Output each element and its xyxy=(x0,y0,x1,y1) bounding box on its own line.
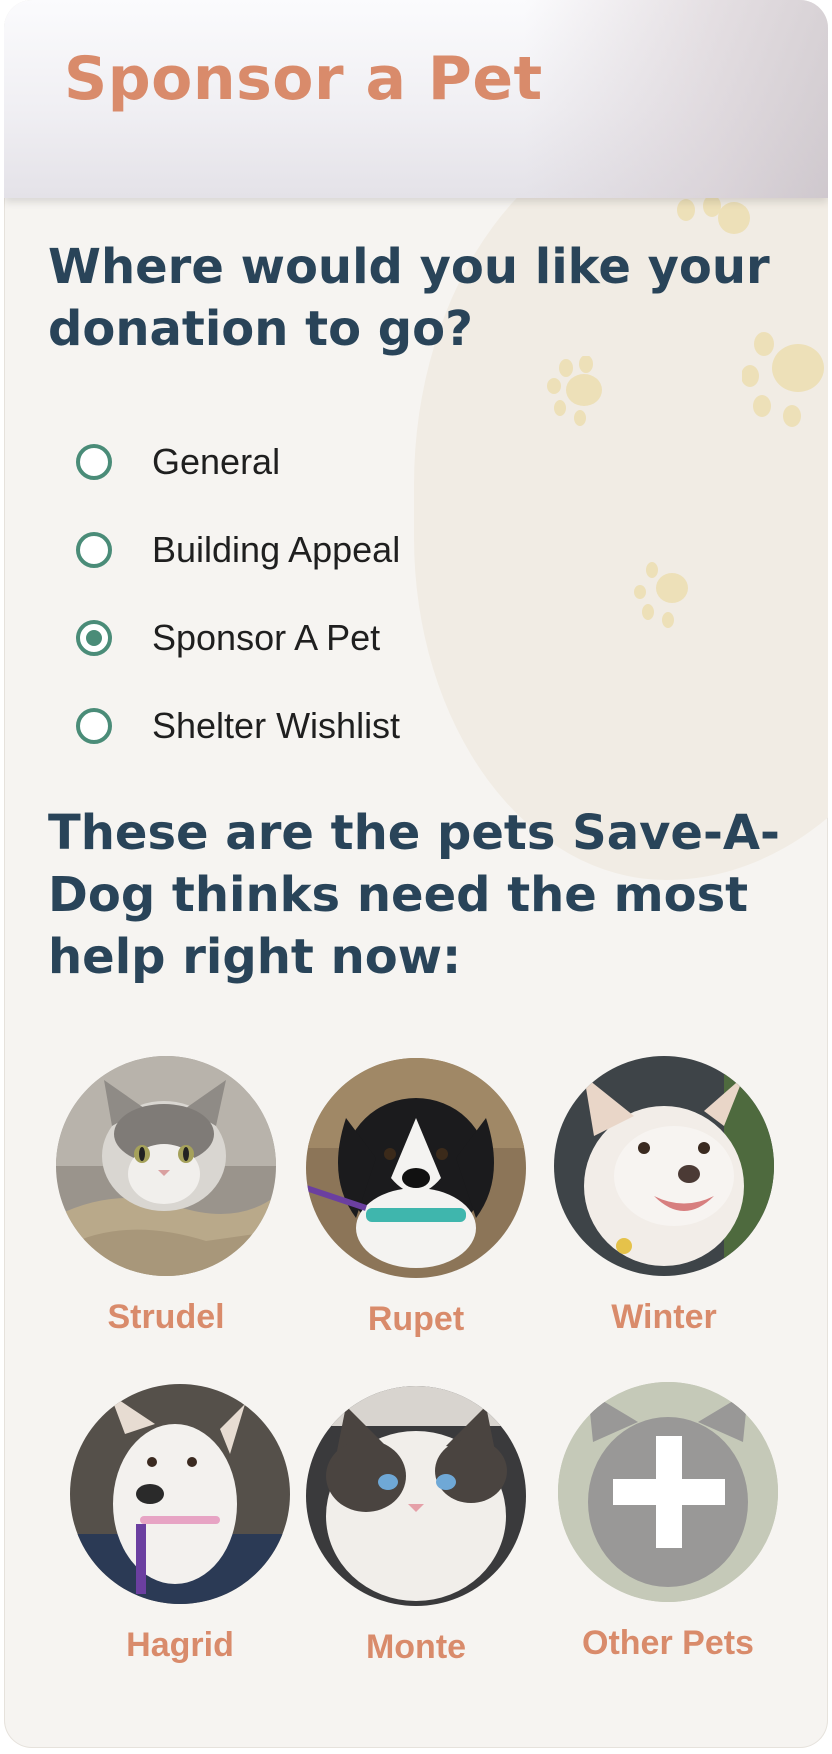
pet-card-hagrid[interactable]: Hagrid xyxy=(60,1384,300,1665)
pet-name[interactable]: Monte xyxy=(296,1628,536,1667)
pet-card-strudel[interactable]: Strudel xyxy=(46,1056,286,1337)
radio-button[interactable] xyxy=(76,444,112,480)
pets-section-heading: These are the pets Save-A-Dog thinks nee… xyxy=(48,805,780,985)
pet-card-winter[interactable]: Winter xyxy=(544,1056,784,1337)
pet-name[interactable]: Strudel xyxy=(46,1298,286,1337)
paw-print-icon xyxy=(547,356,602,426)
pet-photo[interactable] xyxy=(306,1386,526,1606)
gray-white-kitten-photo xyxy=(56,1056,276,1276)
donation-question-heading: Where would you like your donation to go… xyxy=(48,239,770,357)
pet-photo[interactable] xyxy=(56,1056,276,1276)
pet-name[interactable]: Rupet xyxy=(296,1300,536,1339)
pet-photo[interactable] xyxy=(306,1058,526,1278)
pet-card-rupet[interactable]: Rupet xyxy=(296,1058,536,1339)
pet-name[interactable]: Other Pets xyxy=(548,1624,788,1663)
radio-option-sponsor-a-pet[interactable]: Sponsor A Pet xyxy=(76,594,400,682)
pet-name[interactable]: Hagrid xyxy=(60,1626,300,1665)
radio-option-label: Sponsor A Pet xyxy=(152,617,381,658)
black-white-dog-photo xyxy=(306,1058,526,1278)
radio-button[interactable] xyxy=(76,708,112,744)
pet-card-other-pets[interactable]: Other Pets xyxy=(548,1382,788,1663)
radio-button[interactable] xyxy=(76,532,112,568)
radio-option-shelter-wishlist[interactable]: Shelter Wishlist xyxy=(76,682,400,770)
paw-print-icon xyxy=(677,196,750,234)
white-dog-purple-collar-photo xyxy=(70,1384,290,1604)
app-screen: Sponsor a Pet Where would you like your … xyxy=(4,0,828,1748)
white-dog-photo xyxy=(554,1056,774,1276)
pet-photo[interactable] xyxy=(554,1056,774,1276)
faded-black-dog-photo xyxy=(558,1382,778,1602)
radio-option-label: Shelter Wishlist xyxy=(152,705,401,746)
pet-name[interactable]: Winter xyxy=(544,1298,784,1337)
background-blob xyxy=(414,120,828,880)
page-title: Sponsor a Pet xyxy=(64,44,543,114)
donation-options-group: General Building Appeal Sponsor A Pet Sh… xyxy=(76,418,400,770)
radio-option-label: Building Appeal xyxy=(152,529,401,570)
white-gray-cat-photo xyxy=(306,1386,526,1606)
pet-photo[interactable] xyxy=(70,1384,290,1604)
pet-card-monte[interactable]: Monte xyxy=(296,1386,536,1667)
header-background-photo xyxy=(524,0,828,198)
header-bar: Sponsor a Pet xyxy=(4,0,828,198)
pet-photo[interactable] xyxy=(558,1382,778,1602)
radio-button-selected[interactable] xyxy=(76,620,112,656)
radio-option-building-appeal[interactable]: Building Appeal xyxy=(76,506,400,594)
paw-print-icon xyxy=(634,562,688,628)
radio-option-general[interactable]: General xyxy=(76,418,400,506)
radio-option-label: General xyxy=(152,441,281,482)
